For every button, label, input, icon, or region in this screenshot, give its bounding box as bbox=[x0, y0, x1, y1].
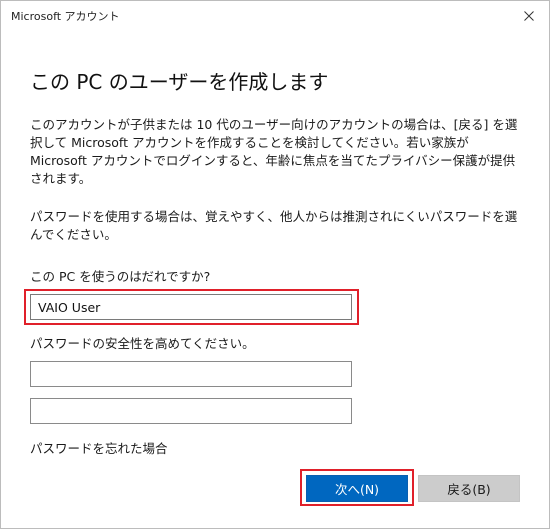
username-input[interactable] bbox=[30, 294, 352, 320]
password-input[interactable] bbox=[30, 361, 352, 387]
password-confirm-input[interactable] bbox=[30, 398, 352, 424]
close-button[interactable] bbox=[517, 5, 541, 27]
password-label: パスワードの安全性を高めてください。 bbox=[30, 336, 255, 351]
forgot-password-link[interactable]: パスワードを忘れた場合 bbox=[30, 438, 168, 457]
child-account-notice: このアカウントが子供または 10 代のユーザー向けのアカウントの場合は、[戻る]… bbox=[30, 117, 518, 186]
username-label: この PC を使うのはだれですか? bbox=[30, 269, 211, 284]
title-bar: Microsoft アカウント bbox=[1, 1, 549, 31]
back-button[interactable]: 戻る(B) bbox=[418, 475, 520, 502]
next-button[interactable]: 次へ(N) bbox=[306, 475, 408, 502]
close-icon bbox=[524, 11, 534, 21]
window-title: Microsoft アカウント bbox=[11, 10, 120, 23]
page-title: この PC のユーザーを作成します bbox=[30, 70, 329, 94]
password-advice: パスワードを使用する場合は、覚えやすく、他人からは推測されにくいパスワードを選ん… bbox=[30, 209, 518, 242]
